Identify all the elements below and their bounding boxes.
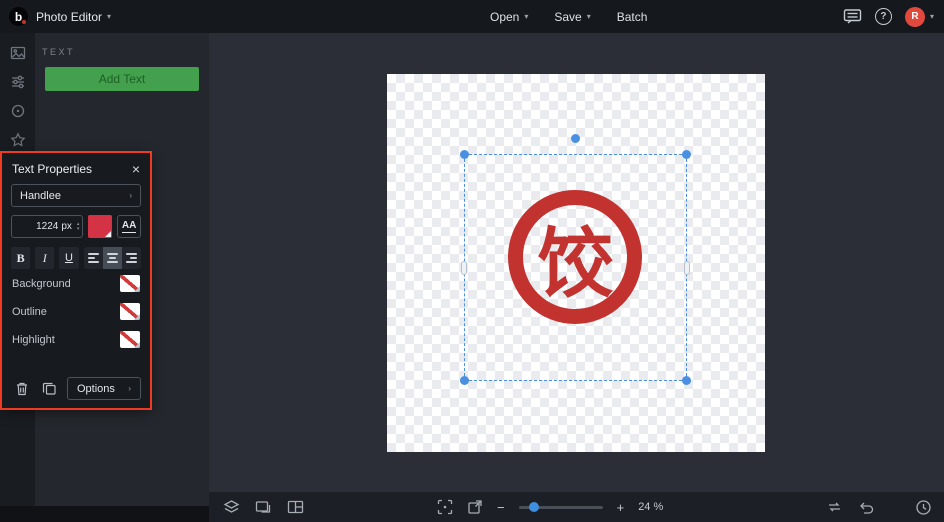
italic-button[interactable]: I bbox=[35, 247, 54, 269]
bold-button[interactable]: B bbox=[11, 247, 30, 269]
options-label: Options bbox=[77, 383, 115, 395]
selection-handle-ne[interactable] bbox=[682, 150, 691, 159]
replace-image-icon[interactable] bbox=[255, 499, 272, 515]
open-button[interactable]: Open ▾ bbox=[490, 10, 528, 24]
text-properties-header: Text Properties × bbox=[2, 153, 150, 176]
effects-icon[interactable] bbox=[9, 102, 26, 119]
comments-icon[interactable] bbox=[843, 8, 862, 25]
background-label: Background bbox=[12, 278, 71, 290]
star-icon[interactable] bbox=[9, 131, 26, 148]
fit-screen-icon[interactable] bbox=[437, 499, 453, 515]
delete-icon[interactable] bbox=[11, 378, 32, 400]
selection-handle-left[interactable] bbox=[461, 261, 467, 275]
bottombar-right-group bbox=[826, 492, 932, 522]
selection-handle-right[interactable] bbox=[684, 261, 690, 275]
letter-case-label: AA bbox=[122, 220, 136, 233]
undo-icon[interactable] bbox=[858, 500, 874, 514]
font-family-value: Handlee bbox=[20, 190, 61, 202]
account-menu[interactable]: R ▾ bbox=[905, 7, 934, 27]
background-color-swatch[interactable] bbox=[120, 275, 140, 292]
underline-button[interactable]: U bbox=[59, 247, 78, 269]
duplicate-icon[interactable] bbox=[39, 378, 60, 400]
selection-handle-nw[interactable] bbox=[460, 150, 469, 159]
options-button[interactable]: Options › bbox=[67, 377, 141, 400]
outline-label: Outline bbox=[12, 306, 47, 318]
bottombar-left-group bbox=[223, 492, 304, 522]
fullscreen-icon[interactable] bbox=[467, 499, 483, 515]
font-family-select[interactable]: Handlee › bbox=[11, 184, 141, 207]
panel-bottom-strip bbox=[0, 506, 209, 522]
selection-handle-se[interactable] bbox=[682, 376, 691, 385]
batch-button[interactable]: Batch bbox=[617, 10, 648, 24]
help-glyph: ? bbox=[875, 8, 892, 25]
rotate-handle[interactable] bbox=[571, 134, 580, 143]
app-title-menu[interactable]: Photo Editor ▾ bbox=[36, 10, 111, 24]
chevron-right-icon: › bbox=[128, 385, 131, 393]
topbar-center: Open ▾ Save ▾ Batch bbox=[490, 0, 647, 33]
chevron-down-icon: ▾ bbox=[524, 13, 528, 21]
text-align-group bbox=[84, 247, 142, 269]
stepper-down-icon[interactable]: ▾ bbox=[77, 227, 80, 232]
help-icon[interactable]: ? bbox=[875, 8, 892, 25]
photo-editor-app: b Photo Editor ▾ Open ▾ Save ▾ Batch bbox=[0, 0, 944, 522]
font-size-unit: px bbox=[61, 221, 72, 232]
align-right-icon bbox=[126, 253, 137, 263]
zoom-level: 24 % bbox=[638, 501, 663, 513]
topbar-left: b Photo Editor ▾ bbox=[0, 7, 111, 26]
top-bar: b Photo Editor ▾ Open ▾ Save ▾ Batch bbox=[0, 0, 944, 33]
photo-icon[interactable] bbox=[9, 44, 26, 61]
align-center-icon bbox=[107, 253, 118, 263]
selection-box[interactable] bbox=[464, 154, 687, 381]
letter-case-button[interactable]: AA bbox=[117, 215, 141, 238]
text-properties-panel: Text Properties × Handlee › 1224 px ▴ ▾ … bbox=[2, 153, 150, 408]
selection-handle-sw[interactable] bbox=[460, 376, 469, 385]
topbar-right: ? R ▾ bbox=[843, 0, 934, 33]
zoom-controls: − + 24 % bbox=[437, 492, 663, 522]
background-row: Background bbox=[2, 270, 150, 297]
chevron-down-icon: ▾ bbox=[107, 13, 111, 21]
app-logo-icon[interactable]: b bbox=[9, 7, 28, 26]
align-left-button[interactable] bbox=[84, 247, 103, 269]
collage-grid-icon[interactable] bbox=[287, 499, 304, 515]
zoom-slider[interactable] bbox=[519, 506, 603, 509]
text-properties-title: Text Properties bbox=[12, 162, 92, 176]
chevron-down-icon: ▾ bbox=[587, 13, 591, 21]
stepper-arrows: ▴ ▾ bbox=[77, 222, 80, 232]
open-label: Open bbox=[490, 10, 519, 24]
save-button[interactable]: Save ▾ bbox=[554, 10, 590, 24]
batch-label: Batch bbox=[617, 10, 648, 24]
font-size-stepper[interactable]: 1224 px ▴ ▾ bbox=[11, 215, 83, 238]
outline-row: Outline bbox=[2, 298, 150, 325]
font-size-row: 1224 px ▴ ▾ AA bbox=[11, 215, 141, 238]
align-center-button[interactable] bbox=[103, 247, 122, 269]
font-size-value: 1224 bbox=[36, 221, 58, 232]
close-icon[interactable]: × bbox=[132, 162, 140, 176]
highlight-label: Highlight bbox=[12, 334, 55, 346]
zoom-slider-knob[interactable] bbox=[529, 502, 539, 512]
canvas-artboard[interactable]: 饺 bbox=[387, 74, 765, 452]
save-label: Save bbox=[554, 10, 581, 24]
adjust-sliders-icon[interactable] bbox=[9, 73, 26, 90]
outline-color-swatch[interactable] bbox=[120, 303, 140, 320]
app-title-label: Photo Editor bbox=[36, 10, 102, 24]
panel-section-title: TEXT bbox=[35, 33, 209, 57]
chevron-right-icon: › bbox=[129, 192, 132, 200]
chevron-down-icon: ▾ bbox=[930, 13, 934, 21]
font-color-swatch[interactable] bbox=[88, 215, 112, 238]
add-text-button[interactable]: Add Text bbox=[45, 67, 199, 91]
zoom-in-button[interactable]: + bbox=[617, 501, 625, 514]
bottom-toolbar: − + 24 % bbox=[209, 492, 944, 522]
text-properties-footer: Options › bbox=[11, 377, 141, 400]
avatar: R bbox=[905, 7, 925, 27]
canvas-area: 饺 bbox=[209, 33, 944, 522]
highlight-row: Highlight bbox=[2, 326, 150, 353]
highlight-color-swatch[interactable] bbox=[120, 331, 140, 348]
zoom-out-button[interactable]: − bbox=[497, 501, 505, 514]
font-style-row: B I U bbox=[11, 247, 141, 269]
align-left-icon bbox=[88, 253, 99, 263]
align-right-button[interactable] bbox=[122, 247, 141, 269]
loop-icon[interactable] bbox=[826, 500, 843, 514]
layers-icon[interactable] bbox=[223, 499, 240, 515]
history-icon[interactable] bbox=[915, 499, 932, 516]
